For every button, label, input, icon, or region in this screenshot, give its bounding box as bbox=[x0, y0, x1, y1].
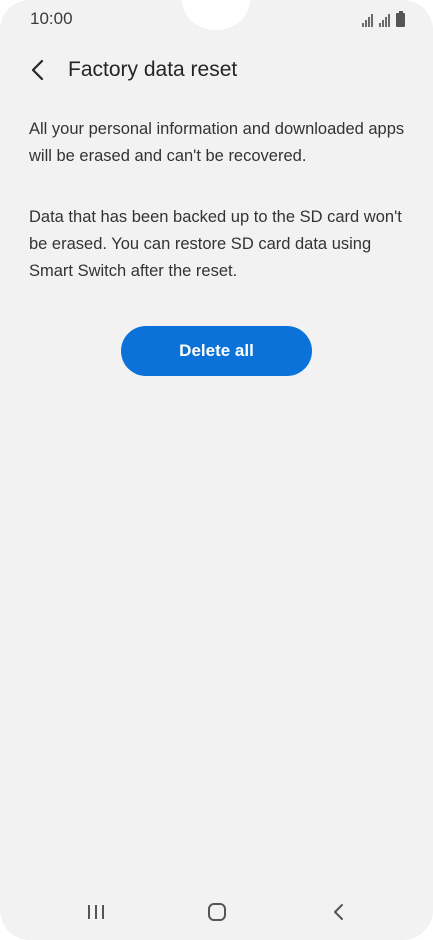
navigation-bar bbox=[0, 890, 433, 934]
nav-back-button[interactable] bbox=[319, 896, 359, 928]
back-button[interactable] bbox=[22, 54, 54, 86]
status-time: 10:00 bbox=[30, 9, 73, 28]
app-header: Factory data reset bbox=[0, 52, 433, 88]
chevron-left-icon bbox=[31, 59, 44, 81]
erase-warning-text: All your personal information and downlo… bbox=[29, 120, 405, 165]
signal-icon bbox=[379, 13, 390, 27]
recents-icon bbox=[88, 905, 104, 919]
back-icon bbox=[334, 904, 343, 920]
page-title: Factory data reset bbox=[68, 58, 238, 81]
delete-all-button[interactable]: Delete all bbox=[121, 326, 312, 376]
status-icons bbox=[362, 9, 405, 27]
sd-card-info-text: Data that has been backed up to the SD c… bbox=[29, 208, 402, 280]
recents-button[interactable] bbox=[76, 896, 116, 928]
home-button[interactable] bbox=[197, 896, 237, 928]
camera-notch bbox=[182, 0, 250, 30]
battery-icon bbox=[396, 11, 405, 27]
phone-screen: 10:00 Factory data reset All your person… bbox=[0, 0, 433, 940]
signal-icon bbox=[362, 13, 373, 27]
home-icon bbox=[208, 903, 226, 921]
